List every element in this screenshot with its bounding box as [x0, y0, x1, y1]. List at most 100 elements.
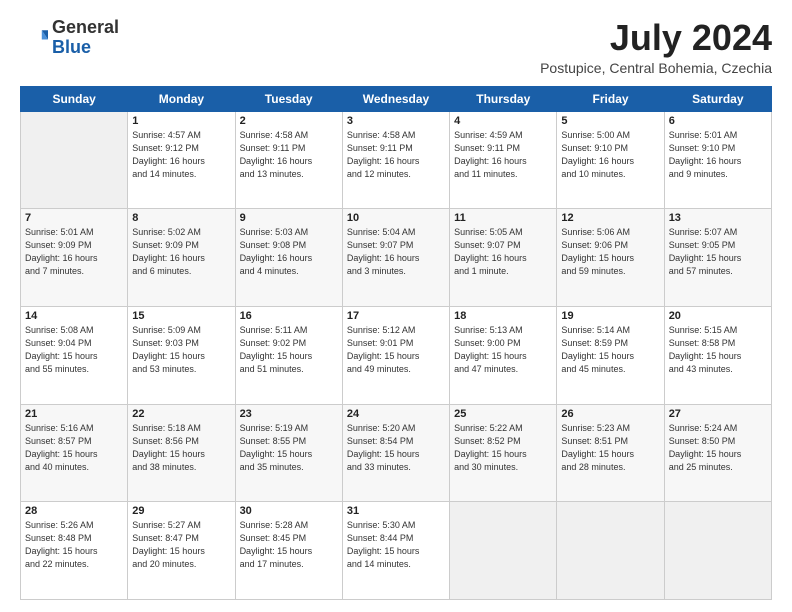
day-number: 4: [454, 115, 552, 127]
logo: General Blue: [20, 18, 119, 58]
calendar-cell: 31 Sunrise: 5:30 AMSunset: 8:44 PMDayligh…: [342, 502, 449, 600]
calendar-header-row: Sunday Monday Tuesday Wednesday Thursday…: [21, 86, 772, 111]
day-info: Sunrise: 5:18 AMSunset: 8:56 PMDaylight:…: [132, 422, 230, 474]
title-block: July 2024 Postupice, Central Bohemia, Cz…: [540, 18, 772, 76]
day-info: Sunrise: 5:13 AMSunset: 9:00 PMDaylight:…: [454, 324, 552, 376]
day-number: 9: [240, 212, 338, 224]
calendar-cell: [557, 502, 664, 600]
calendar-cell: 25 Sunrise: 5:22 AMSunset: 8:52 PMDayligh…: [450, 404, 557, 502]
day-info: Sunrise: 5:20 AMSunset: 8:54 PMDaylight:…: [347, 422, 445, 474]
day-info: Sunrise: 5:05 AMSunset: 9:07 PMDaylight:…: [454, 226, 552, 278]
calendar-cell: 19 Sunrise: 5:14 AMSunset: 8:59 PMDayligh…: [557, 306, 664, 404]
calendar-cell: 4 Sunrise: 4:59 AMSunset: 9:11 PMDaylight…: [450, 111, 557, 209]
day-info: Sunrise: 5:24 AMSunset: 8:50 PMDaylight:…: [669, 422, 767, 474]
day-info: Sunrise: 5:04 AMSunset: 9:07 PMDaylight:…: [347, 226, 445, 278]
day-info: Sunrise: 5:02 AMSunset: 9:09 PMDaylight:…: [132, 226, 230, 278]
calendar-cell: 16 Sunrise: 5:11 AMSunset: 9:02 PMDayligh…: [235, 306, 342, 404]
calendar-cell: 30Sunrise: 5:28 AMSunset: 8:45 PMDayligh…: [235, 502, 342, 600]
day-info: Sunrise: 5:19 AMSunset: 8:55 PMDaylight:…: [240, 422, 338, 474]
logo-general-text: General: [52, 17, 119, 37]
day-number: 10: [347, 212, 445, 224]
calendar-cell: 24 Sunrise: 5:20 AMSunset: 8:54 PMDayligh…: [342, 404, 449, 502]
calendar-week-5: 28Sunrise: 5:26 AMSunset: 8:48 PMDayligh…: [21, 502, 772, 600]
calendar-cell: 7Sunrise: 5:01 AMSunset: 9:09 PMDaylight…: [21, 209, 128, 307]
day-info: Sunrise: 4:59 AMSunset: 9:11 PMDaylight:…: [454, 129, 552, 181]
calendar-cell: 26 Sunrise: 5:23 AMSunset: 8:51 PMDayligh…: [557, 404, 664, 502]
day-number: 26: [561, 408, 659, 420]
day-number: 3: [347, 115, 445, 127]
calendar-cell: 12Sunrise: 5:06 AMSunset: 9:06 PMDayligh…: [557, 209, 664, 307]
day-number: 15: [132, 310, 230, 322]
day-info: Sunrise: 4:57 AMSunset: 9:12 PMDaylight:…: [132, 129, 230, 181]
day-number: 2: [240, 115, 338, 127]
day-info: Sunrise: 5:30 AMSunset: 8:44 PMDaylight:…: [347, 519, 445, 571]
page-header: General Blue July 2024 Postupice, Centra…: [20, 18, 772, 76]
day-number: 1: [132, 115, 230, 127]
day-info: Sunrise: 5:00 AMSunset: 9:10 PMDaylight:…: [561, 129, 659, 181]
calendar-week-3: 14 Sunrise: 5:08 AMSunset: 9:04 PMDayligh…: [21, 306, 772, 404]
calendar-week-1: 1 Sunrise: 4:57 AMSunset: 9:12 PMDaylight…: [21, 111, 772, 209]
day-number: 29: [132, 505, 230, 517]
day-info: Sunrise: 5:11 AMSunset: 9:02 PMDaylight:…: [240, 324, 338, 376]
calendar-cell: [664, 502, 771, 600]
logo-icon: [20, 24, 48, 52]
day-number: 13: [669, 212, 767, 224]
calendar-cell: [21, 111, 128, 209]
day-number: 8: [132, 212, 230, 224]
day-info: Sunrise: 4:58 AMSunset: 9:11 PMDaylight:…: [240, 129, 338, 181]
day-info: Sunrise: 5:06 AMSunset: 9:06 PMDaylight:…: [561, 226, 659, 278]
calendar-cell: 5Sunrise: 5:00 AMSunset: 9:10 PMDaylight…: [557, 111, 664, 209]
day-number: 25: [454, 408, 552, 420]
calendar-cell: 8 Sunrise: 5:02 AMSunset: 9:09 PMDaylight…: [128, 209, 235, 307]
day-number: 24: [347, 408, 445, 420]
calendar-cell: 9 Sunrise: 5:03 AMSunset: 9:08 PMDaylight…: [235, 209, 342, 307]
day-info: Sunrise: 5:22 AMSunset: 8:52 PMDaylight:…: [454, 422, 552, 474]
calendar-cell: 17Sunrise: 5:12 AMSunset: 9:01 PMDayligh…: [342, 306, 449, 404]
day-info: Sunrise: 5:08 AMSunset: 9:04 PMDaylight:…: [25, 324, 123, 376]
day-info: Sunrise: 5:23 AMSunset: 8:51 PMDaylight:…: [561, 422, 659, 474]
calendar-cell: 10 Sunrise: 5:04 AMSunset: 9:07 PMDayligh…: [342, 209, 449, 307]
col-wednesday: Wednesday: [342, 86, 449, 111]
calendar-cell: 6Sunrise: 5:01 AMSunset: 9:10 PMDaylight…: [664, 111, 771, 209]
day-number: 11: [454, 212, 552, 224]
location-title: Postupice, Central Bohemia, Czechia: [540, 60, 772, 76]
calendar-cell: 2 Sunrise: 4:58 AMSunset: 9:11 PMDaylight…: [235, 111, 342, 209]
day-number: 21: [25, 408, 123, 420]
day-number: 19: [561, 310, 659, 322]
calendar-cell: 3 Sunrise: 4:58 AMSunset: 9:11 PMDaylight…: [342, 111, 449, 209]
day-number: 27: [669, 408, 767, 420]
day-info: Sunrise: 4:58 AMSunset: 9:11 PMDaylight:…: [347, 129, 445, 181]
day-number: 22: [132, 408, 230, 420]
day-info: Sunrise: 5:15 AMSunset: 8:58 PMDaylight:…: [669, 324, 767, 376]
col-tuesday: Tuesday: [235, 86, 342, 111]
day-info: Sunrise: 5:27 AMSunset: 8:47 PMDaylight:…: [132, 519, 230, 571]
day-info: Sunrise: 5:01 AMSunset: 9:09 PMDaylight:…: [25, 226, 123, 278]
day-info: Sunrise: 5:12 AMSunset: 9:01 PMDaylight:…: [347, 324, 445, 376]
day-info: Sunrise: 5:16 AMSunset: 8:57 PMDaylight:…: [25, 422, 123, 474]
day-number: 6: [669, 115, 767, 127]
day-info: Sunrise: 5:03 AMSunset: 9:08 PMDaylight:…: [240, 226, 338, 278]
day-number: 31: [347, 505, 445, 517]
calendar-table: Sunday Monday Tuesday Wednesday Thursday…: [20, 86, 772, 600]
col-friday: Friday: [557, 86, 664, 111]
day-info: Sunrise: 5:14 AMSunset: 8:59 PMDaylight:…: [561, 324, 659, 376]
col-sunday: Sunday: [21, 86, 128, 111]
day-number: 16: [240, 310, 338, 322]
calendar-week-4: 21 Sunrise: 5:16 AMSunset: 8:57 PMDayligh…: [21, 404, 772, 502]
calendar-cell: 11 Sunrise: 5:05 AMSunset: 9:07 PMDayligh…: [450, 209, 557, 307]
day-number: 23: [240, 408, 338, 420]
day-number: 28: [25, 505, 123, 517]
calendar-cell: 22 Sunrise: 5:18 AMSunset: 8:56 PMDayligh…: [128, 404, 235, 502]
calendar-cell: 23 Sunrise: 5:19 AMSunset: 8:55 PMDayligh…: [235, 404, 342, 502]
col-monday: Monday: [128, 86, 235, 111]
col-thursday: Thursday: [450, 86, 557, 111]
calendar-cell: 21 Sunrise: 5:16 AMSunset: 8:57 PMDayligh…: [21, 404, 128, 502]
day-number: 14: [25, 310, 123, 322]
calendar-cell: 27 Sunrise: 5:24 AMSunset: 8:50 PMDayligh…: [664, 404, 771, 502]
calendar-cell: 1 Sunrise: 4:57 AMSunset: 9:12 PMDaylight…: [128, 111, 235, 209]
calendar-cell: 29 Sunrise: 5:27 AMSunset: 8:47 PMDayligh…: [128, 502, 235, 600]
calendar-cell: 20Sunrise: 5:15 AMSunset: 8:58 PMDayligh…: [664, 306, 771, 404]
month-title: July 2024: [540, 18, 772, 58]
day-number: 18: [454, 310, 552, 322]
logo-blue-text: Blue: [52, 37, 91, 57]
